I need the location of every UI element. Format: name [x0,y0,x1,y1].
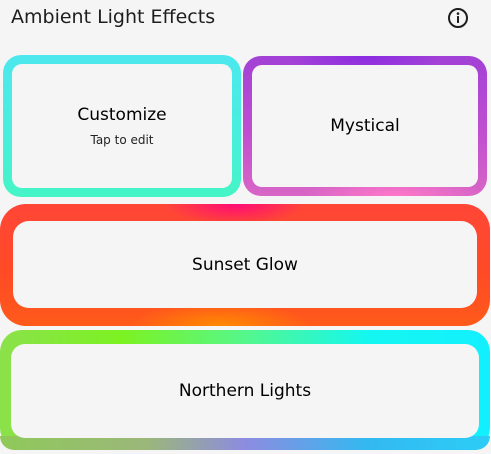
card-surface: Northern Lights [11,344,479,438]
card-title: Customize [77,105,167,125]
effect-card-northern-lights[interactable]: Northern Lights [0,330,490,450]
card-surface: Sunset Glow [13,221,477,308]
card-surface: Customize Tap to edit [12,64,232,188]
info-button[interactable] [447,7,469,29]
border-gradient-tint [0,436,490,450]
card-surface: Mystical [252,65,478,187]
card-subtitle: Tap to edit [90,133,154,147]
effect-card-customize[interactable]: Customize Tap to edit [3,55,241,197]
effect-card-mystical[interactable]: Mystical [243,56,487,196]
info-icon [448,8,468,28]
effect-card-sunset-glow[interactable]: Sunset Glow [0,204,490,326]
card-title: Northern Lights [178,381,312,401]
card-title: Mystical [330,116,400,136]
page-title: Ambient Light Effects [11,6,216,28]
card-title: Sunset Glow [192,254,298,275]
